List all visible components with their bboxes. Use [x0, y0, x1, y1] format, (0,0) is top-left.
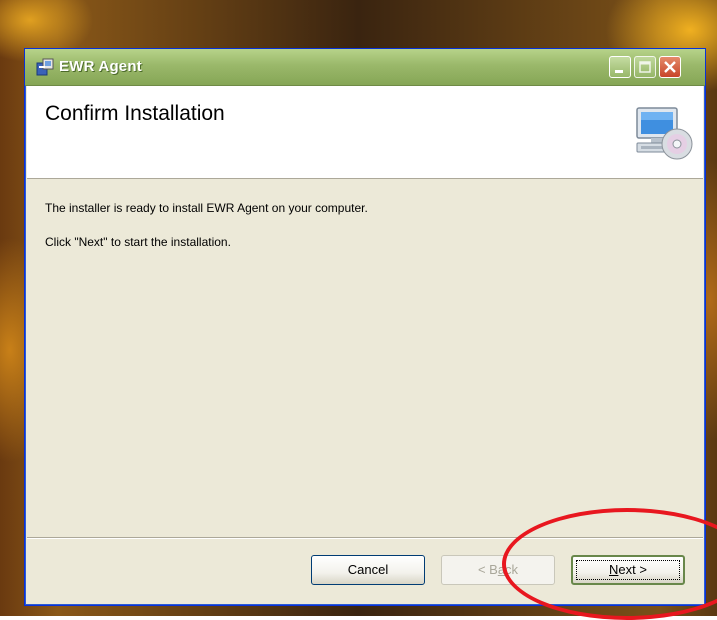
title-bar[interactable]: EWR Agent [25, 49, 705, 86]
back-label-suffix: ck [505, 562, 519, 577]
close-icon [664, 61, 676, 73]
back-button[interactable]: < Back [441, 555, 555, 585]
maximize-icon [639, 61, 651, 73]
focus-rectangle [576, 560, 680, 580]
next-button[interactable]: Next > [571, 555, 685, 585]
cancel-button[interactable]: Cancel [311, 555, 425, 585]
minimize-button[interactable] [609, 56, 631, 78]
ready-message: The installer is ready to install EWR Ag… [45, 201, 368, 215]
instruction-message: Click "Next" to start the installation. [45, 235, 231, 249]
back-label-prefix: < B [477, 562, 498, 577]
minimize-icon [615, 70, 623, 73]
back-label-mnemonic: a [497, 562, 506, 577]
footer-divider [27, 537, 703, 539]
page-title: Confirm Installation [45, 102, 225, 125]
window-title: EWR Agent [59, 58, 142, 75]
maximize-button[interactable] [634, 56, 656, 78]
dialog-header: Confirm Installation [27, 86, 703, 179]
installer-window: EWR Agent Confirm Installation The insta… [24, 48, 706, 606]
installer-app-icon [36, 58, 54, 76]
dialog-body: The installer is ready to install EWR Ag… [27, 179, 703, 531]
computer-cd-icon [636, 107, 693, 160]
close-button[interactable] [659, 56, 681, 78]
